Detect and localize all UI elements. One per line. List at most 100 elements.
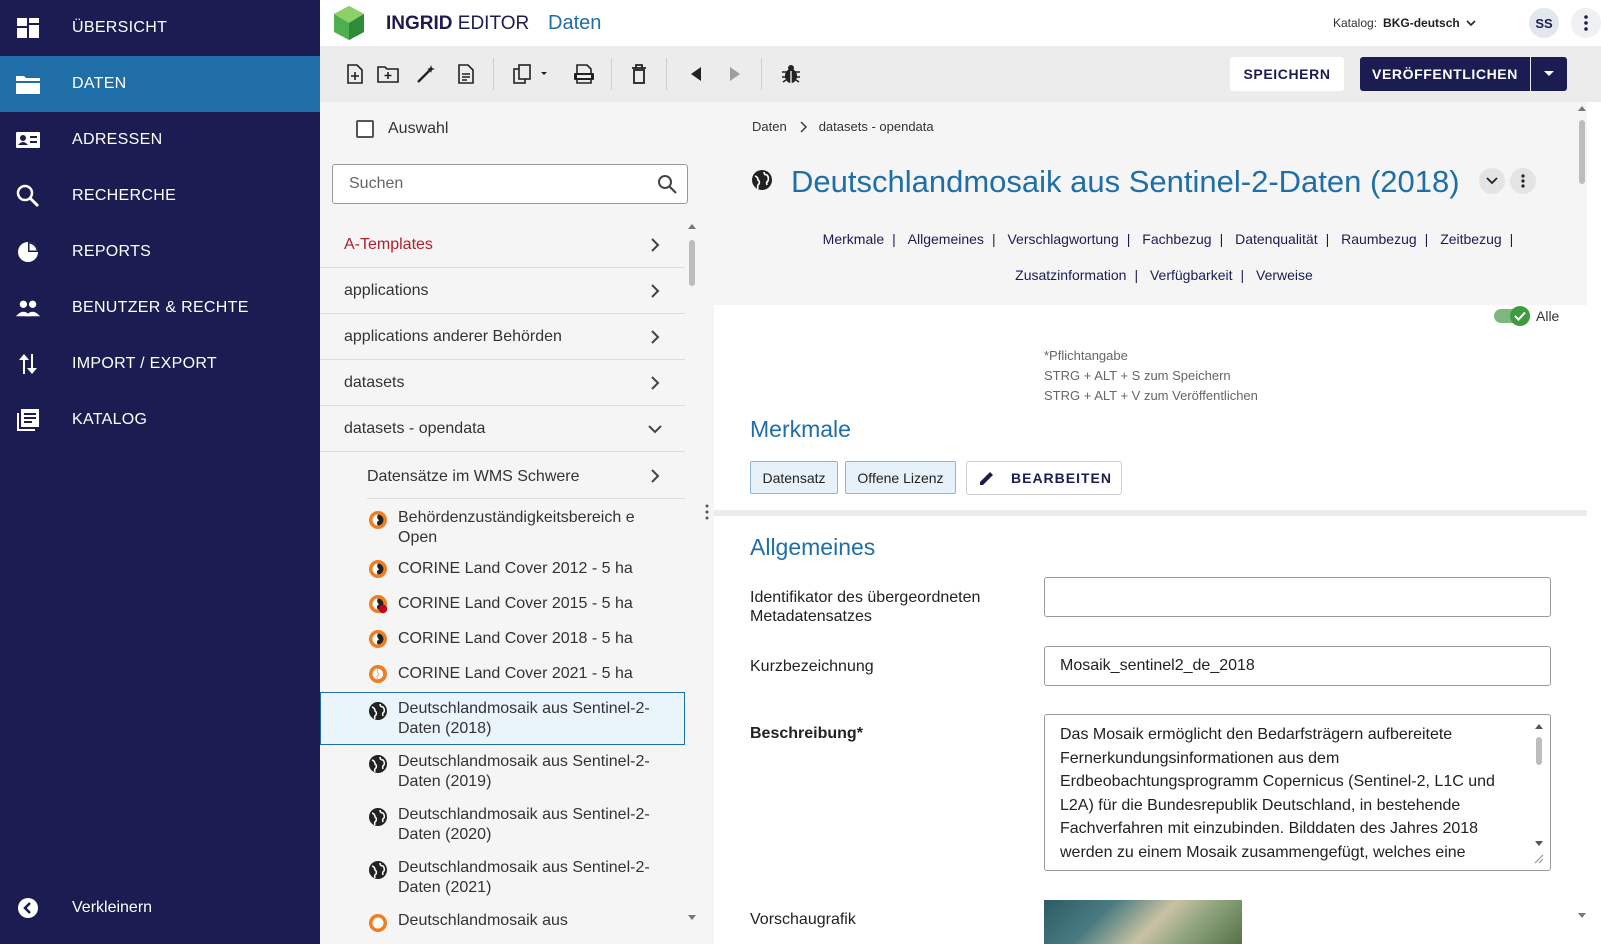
edit-wand-icon[interactable] [414, 62, 438, 86]
hint-line: *Pflichtangabe [1044, 348, 1128, 363]
document-label: Deutschlandmosaik aus Sentinel-2-Daten (… [398, 806, 650, 843]
nav-item-daten[interactable]: DATEN [0, 56, 320, 112]
opendata-globe-icon [369, 511, 387, 529]
nav-item-import-export[interactable]: IMPORT / EXPORT [0, 336, 320, 392]
new-folder-icon[interactable] [376, 62, 400, 86]
folder-label: datasets [344, 374, 405, 391]
section-link-verschlagwortung[interactable]: Verschlagwortung [1007, 231, 1118, 247]
hint-line: STRG + ALT + S zum Speichern [1044, 368, 1231, 383]
tree-folder[interactable]: datasets [320, 360, 685, 406]
chevron-down-icon [1466, 20, 1476, 27]
users-icon [16, 296, 40, 320]
tree-document[interactable]: Behördenzuständigkeitsbereich e Open [320, 500, 685, 552]
resize-handle-icon[interactable] [1534, 854, 1544, 864]
short-name-field [1044, 646, 1551, 686]
section-link-raumbezug[interactable]: Raumbezug [1341, 231, 1417, 247]
tree-document[interactable]: CORINE Land Cover 2012 - 5 ha [320, 552, 685, 587]
tree-subfolder[interactable]: Datensätze im WMS Schwere [367, 453, 685, 499]
pie-chart-icon [16, 240, 40, 264]
app-brand: INGRID EDITOR [386, 13, 530, 34]
nav-item-katalog[interactable]: KATALOG [0, 392, 320, 448]
more-vert-icon[interactable] [1571, 8, 1601, 38]
nav-item-recherche[interactable]: RECHERCHE [0, 168, 320, 224]
panel-splitter[interactable] [700, 102, 714, 944]
tree-document[interactable]: CORINE Land Cover 2021 - 5 ha [320, 657, 685, 692]
select-all-label: Auswahl [388, 120, 449, 137]
section-link-allgemeines[interactable]: Allgemeines [908, 231, 984, 247]
new-document-icon[interactable] [343, 62, 367, 86]
chevron-right-icon [651, 284, 660, 298]
preview-image[interactable] [1044, 900, 1242, 944]
nav-label: BENUTZER & RECHTE [72, 299, 249, 316]
section-link-zusatzinformation[interactable]: Zusatzinformation [1015, 267, 1126, 283]
document-icon[interactable] [454, 62, 478, 86]
scroll-up-icon [1578, 106, 1586, 111]
nav-label: KATALOG [72, 411, 148, 428]
iso-export-icon[interactable] [572, 62, 596, 86]
document-label: CORINE Land Cover 2021 - 5 ha [398, 665, 633, 682]
edit-button[interactable]: BEARBEITEN [966, 461, 1122, 495]
tree-document-selected[interactable]: Deutschlandmosaik aus Sentinel-2-Daten (… [320, 692, 685, 745]
tree-scrollbar[interactable] [687, 222, 697, 944]
section-link-merkmale[interactable]: Merkmale [823, 231, 884, 247]
save-button[interactable]: SPEICHERN [1230, 57, 1344, 91]
document-more-button[interactable] [1510, 168, 1536, 194]
document-label: CORINE Land Cover 2018 - 5 ha [398, 630, 633, 647]
tree-document[interactable]: Deutschlandmosaik aus Sentinel-2-Daten (… [320, 851, 685, 904]
tree-folder[interactable]: A-Templates [320, 222, 685, 268]
form-scrollbar[interactable] [1576, 102, 1587, 944]
forward-arrow-icon[interactable] [723, 62, 747, 86]
description-textarea[interactable]: Das Mosaik ermöglicht den Bedarfsträgern… [1045, 715, 1531, 867]
search-input[interactable] [334, 166, 634, 202]
publish-button[interactable]: VERÖFFENTLICHEN [1360, 57, 1530, 91]
nav-item-benutzer-rechte[interactable]: BENUTZER & RECHTE [0, 280, 320, 336]
catalog-selector[interactable]: Katalog: BKG-deutsch [1333, 16, 1476, 30]
section-title-allgemeines: Allgemeines [750, 534, 876, 560]
tree-folder[interactable]: applications anderer Behörden [320, 314, 685, 360]
select-all-checkbox[interactable]: Auswahl [342, 120, 448, 138]
document-label: Deutschlandmosaik aus [398, 912, 568, 929]
nav-item-reports[interactable]: REPORTS [0, 224, 320, 280]
textarea-scrollbar[interactable] [1535, 723, 1543, 847]
collapse-sections-button[interactable] [1479, 168, 1505, 194]
scroll-thumb[interactable] [1536, 737, 1542, 765]
section-link-fachbezug[interactable]: Fachbezug [1142, 231, 1211, 247]
section-link-zeitbezug[interactable]: Zeitbezug [1440, 231, 1501, 247]
nav-item-uebersicht[interactable]: ÜBERSICHT [0, 0, 320, 56]
delete-icon[interactable] [627, 62, 651, 86]
section-link-verweise[interactable]: Verweise [1256, 267, 1313, 283]
chevron-right-icon [800, 121, 807, 132]
breadcrumb-item[interactable]: Daten [752, 119, 787, 134]
section-link-datenqualitaet[interactable]: Datenqualität [1235, 231, 1318, 247]
tree-document[interactable]: Deutschlandmosaik aus Sentinel-2-Daten (… [320, 798, 685, 851]
toolbar-separator [493, 58, 494, 90]
publish-menu-button[interactable] [1531, 57, 1567, 91]
parent-identifier-input[interactable] [1045, 578, 1550, 616]
toggle-switch [1494, 306, 1530, 326]
document-label: Deutschlandmosaik aus Sentinel-2-Daten (… [398, 859, 650, 896]
bug-icon[interactable] [779, 62, 803, 86]
section-link-verfuegbarkeit[interactable]: Verfügbarkeit [1150, 267, 1233, 283]
search-icon[interactable] [657, 174, 677, 194]
short-name-input[interactable] [1045, 647, 1550, 685]
tree-folder[interactable]: datasets - opendata [320, 406, 685, 452]
opendata-globe-icon [369, 630, 387, 648]
tree-document[interactable]: CORINE Land Cover 2015 - 5 ha [320, 587, 685, 622]
document-label: CORINE Land Cover 2015 - 5 ha [398, 595, 633, 612]
scroll-thumb[interactable] [1579, 120, 1585, 184]
back-arrow-icon[interactable] [684, 62, 708, 86]
show-all-toggle[interactable]: Alle [1494, 306, 1559, 326]
tree-document[interactable]: CORINE Land Cover 2018 - 5 ha [320, 622, 685, 657]
pencil-icon [980, 472, 993, 485]
nav-item-adressen[interactable]: ADRESSEN [0, 112, 320, 168]
tree-folder[interactable]: applications [320, 268, 685, 314]
tree-document[interactable]: Deutschlandmosaik aus Sentinel-2-Daten (… [320, 745, 685, 798]
chip-datensatz: Datensatz [750, 461, 838, 494]
folder-label: datasets - opendata [344, 420, 486, 437]
collapse-nav-button[interactable]: Verkleinern [0, 880, 320, 936]
scroll-thumb[interactable] [689, 240, 695, 286]
tree-document[interactable]: Deutschlandmosaik aus [320, 904, 685, 944]
copy-menu-icon[interactable] [510, 62, 550, 86]
user-avatar[interactable]: SS [1529, 8, 1559, 38]
keyboard-hints: *Pflichtangabe STRG + ALT + S zum Speich… [1044, 346, 1258, 406]
